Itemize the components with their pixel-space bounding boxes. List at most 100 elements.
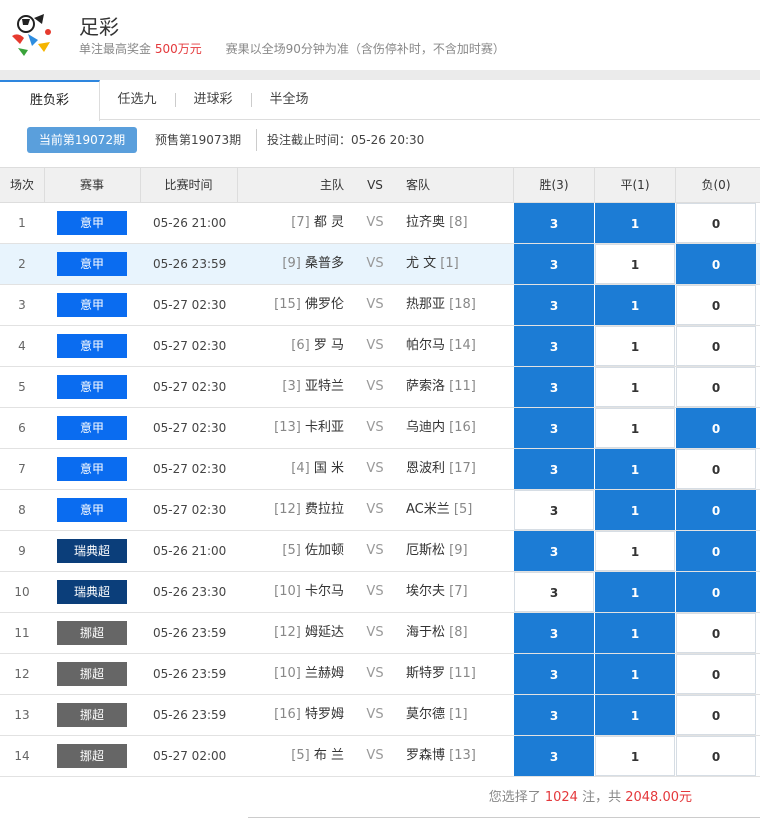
option-draw-1[interactable]: 1 <box>595 490 675 530</box>
match-number: 8 <box>18 503 26 517</box>
league-badge[interactable]: 挪超 <box>57 744 127 768</box>
option-lose-0[interactable]: 0 <box>676 613 756 653</box>
table-row: 2 意甲 05-26 23:59 [9] 桑普多 VS 尤 文 [1] 3 1 0 <box>0 244 760 285</box>
option-draw-1[interactable]: 1 <box>595 449 675 489</box>
match-time: 05-26 23:59 <box>153 626 227 640</box>
option-win-3[interactable]: 3 <box>514 244 594 284</box>
away-team: 罗森博 [13] <box>406 736 510 776</box>
away-rank: [1] <box>449 707 468 722</box>
table-row: 6 意甲 05-27 02:30 [13] 卡利亚 VS 乌迪内 [16] 3 1 0 <box>0 408 760 449</box>
option-win-3[interactable]: 3 <box>514 203 594 243</box>
option-win-3[interactable]: 3 <box>514 613 594 653</box>
tab-shengfucai[interactable]: 胜负彩 <box>0 80 100 121</box>
tab-renxuanjiu[interactable]: 任选九 <box>108 80 166 120</box>
home-team: [6] 罗 马 <box>240 326 344 366</box>
option-lose-0[interactable]: 0 <box>676 244 756 284</box>
prize-label: 单注最高奖金 <box>79 42 152 56</box>
home-rank: [9] <box>282 256 301 271</box>
home-team-name: 卡利亚 <box>304 420 344 435</box>
league-badge[interactable]: 意甲 <box>57 375 127 399</box>
option-win-3[interactable]: 3 <box>514 695 594 735</box>
away-rank: [11] <box>449 379 476 394</box>
option-draw-1[interactable]: 1 <box>595 285 675 325</box>
away-team-name: 莫尔德 <box>406 707 446 722</box>
league-badge[interactable]: 意甲 <box>57 211 127 235</box>
league-badge[interactable]: 意甲 <box>57 334 127 358</box>
option-lose-0[interactable]: 0 <box>676 203 756 243</box>
away-rank: [16] <box>449 420 476 435</box>
home-team: [10] 兰赫姆 <box>240 654 344 694</box>
option-win-3[interactable]: 3 <box>514 326 594 366</box>
option-lose-0[interactable]: 0 <box>676 695 756 735</box>
option-lose-0[interactable]: 0 <box>676 654 756 694</box>
option-draw-1[interactable]: 1 <box>595 203 675 243</box>
tab-banquanchang[interactable]: 半全场 <box>260 80 318 120</box>
option-win-3[interactable]: 3 <box>514 736 594 776</box>
option-draw-1[interactable]: 1 <box>595 736 675 776</box>
league-badge[interactable]: 挪超 <box>57 662 127 686</box>
home-team-name: 国 米 <box>313 461 344 476</box>
table-row: 7 意甲 05-27 02:30 [4] 国 米 VS 恩波利 [17] 3 1 0 <box>0 449 760 490</box>
home-team-name: 亚特兰 <box>304 379 344 394</box>
league-badge[interactable]: 意甲 <box>57 252 127 276</box>
option-draw-1[interactable]: 1 <box>595 695 675 735</box>
home-team-name: 布 兰 <box>313 748 344 763</box>
league-badge[interactable]: 意甲 <box>57 293 127 317</box>
current-issue-button[interactable]: 当前第19072期 <box>27 127 137 153</box>
league-badge[interactable]: 意甲 <box>57 416 127 440</box>
option-win-3[interactable]: 3 <box>514 449 594 489</box>
away-team: 莫尔德 [1] <box>406 695 510 735</box>
bet-deadline: 投注截止时间：05-26 20:30 <box>267 133 425 147</box>
option-lose-0[interactable]: 0 <box>676 285 756 325</box>
option-win-3[interactable]: 3 <box>514 408 594 448</box>
league-badge[interactable]: 挪超 <box>57 621 127 645</box>
match-time: 05-27 02:30 <box>153 380 227 394</box>
league-badge[interactable]: 瑞典超 <box>57 539 127 563</box>
option-draw-1[interactable]: 1 <box>595 367 675 407</box>
match-time: 05-27 02:00 <box>153 749 227 763</box>
option-lose-0[interactable]: 0 <box>676 736 756 776</box>
option-win-3[interactable]: 3 <box>514 367 594 407</box>
col-header-vs: VS <box>367 178 383 192</box>
option-win-3[interactable]: 3 <box>514 572 594 612</box>
league-badge[interactable]: 意甲 <box>57 457 127 481</box>
table-row: 4 意甲 05-27 02:30 [6] 罗 马 VS 帕尔马 [14] 3 1 0 <box>0 326 760 367</box>
option-draw-1[interactable]: 1 <box>595 326 675 366</box>
option-draw-1[interactable]: 1 <box>595 531 675 571</box>
page-title: 足彩 <box>79 15 119 39</box>
option-lose-0[interactable]: 0 <box>676 572 756 612</box>
option-draw-1[interactable]: 1 <box>595 613 675 653</box>
option-draw-1[interactable]: 1 <box>595 654 675 694</box>
vs-label: VS <box>366 420 384 435</box>
option-draw-1[interactable]: 1 <box>595 572 675 612</box>
option-lose-0[interactable]: 0 <box>676 531 756 571</box>
vs-label: VS <box>366 502 384 517</box>
presale-issue-link[interactable]: 预售第19073期 <box>155 127 241 153</box>
prize-value: 500万元 <box>154 42 202 56</box>
league-badge[interactable]: 挪超 <box>57 703 127 727</box>
option-win-3[interactable]: 3 <box>514 531 594 571</box>
away-team: 厄斯松 [9] <box>406 531 510 571</box>
tab-jinqiucai[interactable]: 进球彩 <box>184 80 242 120</box>
option-lose-0[interactable]: 0 <box>676 326 756 366</box>
home-team-name: 罗 马 <box>313 338 344 353</box>
home-rank: [3] <box>282 379 301 394</box>
option-win-3[interactable]: 3 <box>514 285 594 325</box>
home-rank: [16] <box>274 707 301 722</box>
option-lose-0[interactable]: 0 <box>676 449 756 489</box>
home-rank: [12] <box>274 502 301 517</box>
option-lose-0[interactable]: 0 <box>676 367 756 407</box>
home-team-name: 兰赫姆 <box>304 666 344 681</box>
option-win-3[interactable]: 3 <box>514 490 594 530</box>
option-lose-0[interactable]: 0 <box>676 408 756 448</box>
away-team-name: 恩波利 <box>406 461 446 476</box>
league-badge[interactable]: 意甲 <box>57 498 127 522</box>
option-draw-1[interactable]: 1 <box>595 408 675 448</box>
away-team-name: 埃尔夫 <box>406 584 446 599</box>
option-win-3[interactable]: 3 <box>514 654 594 694</box>
away-rank: [13] <box>449 748 476 763</box>
option-draw-1[interactable]: 1 <box>595 244 675 284</box>
summary-prefix: 您选择了 <box>488 790 541 805</box>
league-badge[interactable]: 瑞典超 <box>57 580 127 604</box>
option-lose-0[interactable]: 0 <box>676 490 756 530</box>
